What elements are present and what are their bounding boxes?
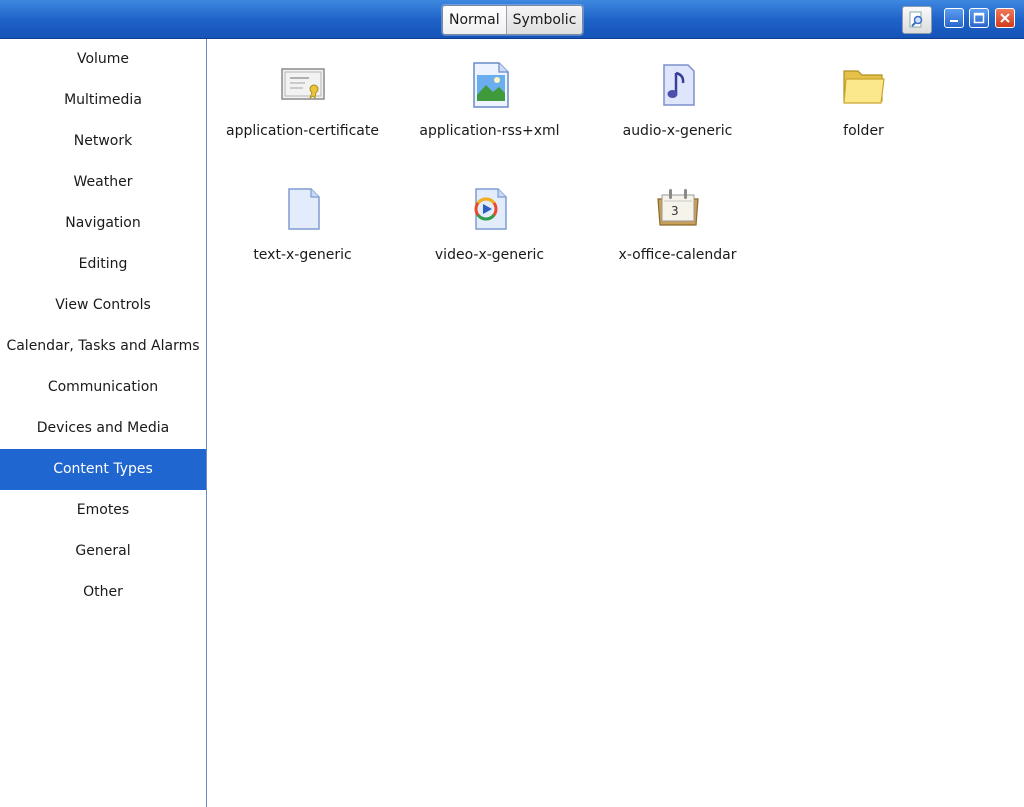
normal-mode-button[interactable]: Normal <box>443 6 506 34</box>
certificate-icon <box>280 68 325 100</box>
sidebar-item-communication[interactable]: Communication <box>0 367 206 408</box>
image-document-icon <box>472 62 509 108</box>
icon-item-video-x-generic[interactable]: video-x-generic <box>396 185 583 263</box>
sidebar-item-devices-and-media[interactable]: Devices and Media <box>0 408 206 449</box>
sidebar-item-navigation[interactable]: Navigation <box>0 203 206 244</box>
maximize-icon <box>973 12 985 24</box>
icon-item-application-rss-xml[interactable]: application-rss+xml <box>396 61 583 139</box>
search-icon <box>909 11 923 28</box>
folder-icon <box>842 70 885 104</box>
category-sidebar: Volume Multimedia Network Weather Naviga… <box>0 39 207 807</box>
icon-label: audio-x-generic <box>622 123 733 139</box>
sidebar-item-view-controls[interactable]: View Controls <box>0 285 206 326</box>
maximize-button[interactable] <box>969 8 989 28</box>
sidebar-item-calendar-tasks-alarms[interactable]: Calendar, Tasks and Alarms <box>0 326 206 367</box>
minimize-icon <box>950 20 958 22</box>
icon-item-application-certificate[interactable]: application-certificate <box>209 61 396 139</box>
close-icon <box>1000 13 1010 23</box>
icon-label: text-x-generic <box>253 247 352 263</box>
icon-label: x-office-calendar <box>618 247 737 263</box>
svg-text:3: 3 <box>671 204 679 218</box>
mode-switch: Normal Symbolic <box>442 5 584 35</box>
icon-label: video-x-generic <box>434 247 545 263</box>
calendar-icon: 3 <box>656 189 699 226</box>
sidebar-item-general[interactable]: General <box>0 531 206 572</box>
music-note-icon <box>662 64 695 106</box>
sidebar-item-other[interactable]: Other <box>0 572 206 613</box>
icon-label: folder <box>843 123 884 139</box>
icon-view: application-certificate application-rss+… <box>207 39 1024 807</box>
sidebar-item-network[interactable]: Network <box>0 121 206 162</box>
text-document-icon <box>287 188 320 230</box>
icon-item-x-office-calendar[interactable]: 3 x-office-calendar <box>584 185 771 263</box>
sidebar-item-editing[interactable]: Editing <box>0 244 206 285</box>
header-bar: Normal Symbolic <box>0 0 1024 39</box>
close-button[interactable] <box>995 8 1015 28</box>
symbolic-mode-button[interactable]: Symbolic <box>505 6 583 34</box>
icon-label: application-rss+xml <box>419 123 560 139</box>
sidebar-item-content-types[interactable]: Content Types <box>0 449 206 490</box>
video-document-icon <box>474 188 507 230</box>
icon-label: application-certificate <box>226 123 379 139</box>
sidebar-item-multimedia[interactable]: Multimedia <box>0 80 206 121</box>
sidebar-item-emotes[interactable]: Emotes <box>0 490 206 531</box>
search-button[interactable] <box>902 6 932 34</box>
sidebar-item-volume[interactable]: Volume <box>0 39 206 80</box>
icon-item-text-x-generic[interactable]: text-x-generic <box>209 185 396 263</box>
minimize-button[interactable] <box>944 8 964 28</box>
icon-item-folder[interactable]: folder <box>770 61 957 139</box>
icon-item-audio-x-generic[interactable]: audio-x-generic <box>584 61 771 139</box>
sidebar-item-weather[interactable]: Weather <box>0 162 206 203</box>
